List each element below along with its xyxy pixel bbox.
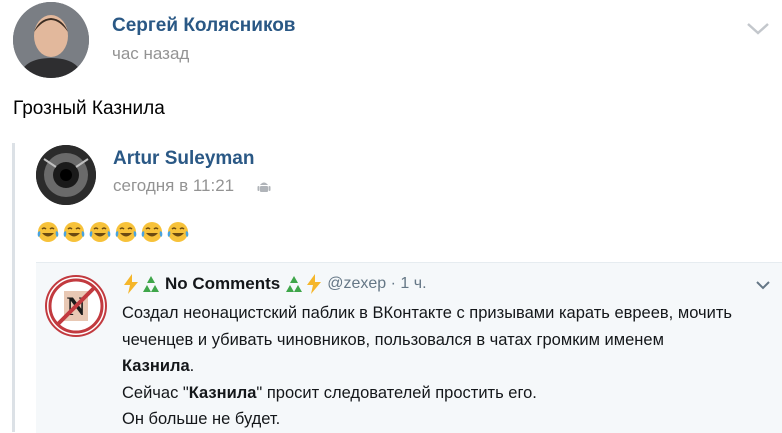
repost-time[interactable]: сегодня в 11:21 bbox=[113, 176, 234, 196]
post-author-avatar[interactable] bbox=[13, 2, 89, 78]
tweet-line: Он больше не будет. bbox=[122, 410, 281, 428]
tweet-bold-name: Казнила bbox=[188, 383, 257, 402]
tweet-card[interactable]: N No Comments @zexep · 1 ч. Создал неона… bbox=[36, 262, 782, 433]
tears-of-joy-emoji-icon bbox=[167, 222, 189, 242]
tweet-author-name[interactable]: No Comments bbox=[165, 274, 280, 294]
tweet-line: Сейчас "Казнила" просит следователей про… bbox=[122, 383, 537, 402]
recycle-icon bbox=[143, 276, 159, 292]
tweet-line: Создал неонацистский паблик в ВКонтакте … bbox=[122, 304, 732, 322]
tweet-line: Казнила. bbox=[122, 357, 195, 375]
lightning-icon bbox=[124, 274, 138, 294]
tears-of-joy-emoji-icon bbox=[37, 222, 59, 242]
post-text: Грозный Казнила bbox=[13, 98, 165, 119]
chevron-down-icon[interactable] bbox=[754, 278, 772, 292]
repost-author-avatar[interactable] bbox=[36, 145, 96, 205]
tweet-line: чеченцев и убивать чиновников, пользовал… bbox=[122, 330, 664, 349]
tears-of-joy-emoji-icon bbox=[141, 222, 163, 242]
tweet-header: No Comments @zexep · 1 ч. bbox=[122, 274, 427, 294]
chevron-down-icon[interactable] bbox=[744, 18, 772, 38]
tears-of-joy-emoji-icon bbox=[115, 222, 137, 242]
tears-of-joy-emoji-icon bbox=[63, 222, 85, 242]
repost-author-name[interactable]: Artur Suleyman bbox=[113, 148, 254, 170]
tears-of-joy-emoji-icon bbox=[89, 222, 111, 242]
post-author-name[interactable]: Сергей Колясников bbox=[112, 15, 296, 37]
tweet-author-avatar[interactable]: N bbox=[45, 275, 107, 337]
tweet-bold-name: Казнила bbox=[122, 357, 190, 375]
repost-divider bbox=[12, 143, 15, 432]
recycle-icon bbox=[286, 276, 303, 292]
emoji-row bbox=[36, 220, 190, 244]
tweet-text: Создал неонацистский паблик в ВКонтакте … bbox=[122, 300, 772, 433]
android-icon bbox=[257, 182, 271, 192]
lightning-icon bbox=[307, 274, 322, 294]
post-time[interactable]: час назад bbox=[112, 44, 189, 64]
tweet-handle[interactable]: @zexep · 1 ч. bbox=[327, 275, 426, 293]
